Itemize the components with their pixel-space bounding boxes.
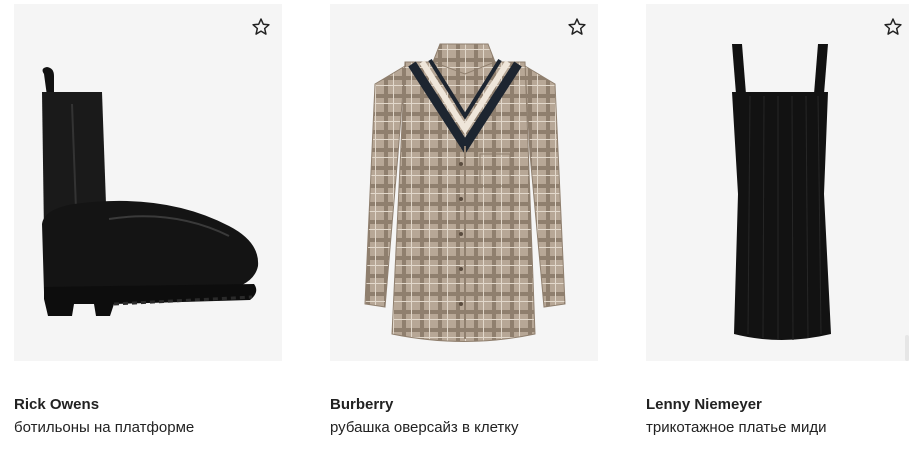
favorite-button[interactable] [882,16,904,38]
product-description[interactable]: рубашка оверсайз в клетку [330,419,519,436]
dress-image [732,44,831,341]
boot-image [42,67,259,316]
product-grid: Rick Owens ботильоны на платформе Burber… [14,4,909,436]
favorite-button[interactable] [566,16,588,38]
star-outline-icon [884,18,902,35]
product-description[interactable]: ботильоны на платформе [14,419,194,436]
star-outline-icon [568,18,586,35]
product-image[interactable] [14,4,282,361]
product-image[interactable] [646,4,909,361]
product-brand[interactable]: Rick Owens [14,396,99,413]
product-description[interactable]: трикотажное платье миди [646,419,826,436]
shirt-image [364,43,566,342]
product-brand[interactable]: Lenny Niemeyer [646,396,762,413]
product-image[interactable] [330,4,598,361]
product-card-burberry[interactable]: Burberry рубашка оверсайз в клетку [330,4,598,436]
product-card-lenny-niemeyer[interactable]: Lenny Niemeyer трикотажное платье миди [646,4,909,436]
carousel-scroll-edge[interactable] [905,335,909,361]
favorite-button[interactable] [250,16,272,38]
star-outline-icon [252,18,270,35]
product-brand[interactable]: Burberry [330,396,393,413]
product-card-rick-owens[interactable]: Rick Owens ботильоны на платформе [14,4,282,436]
